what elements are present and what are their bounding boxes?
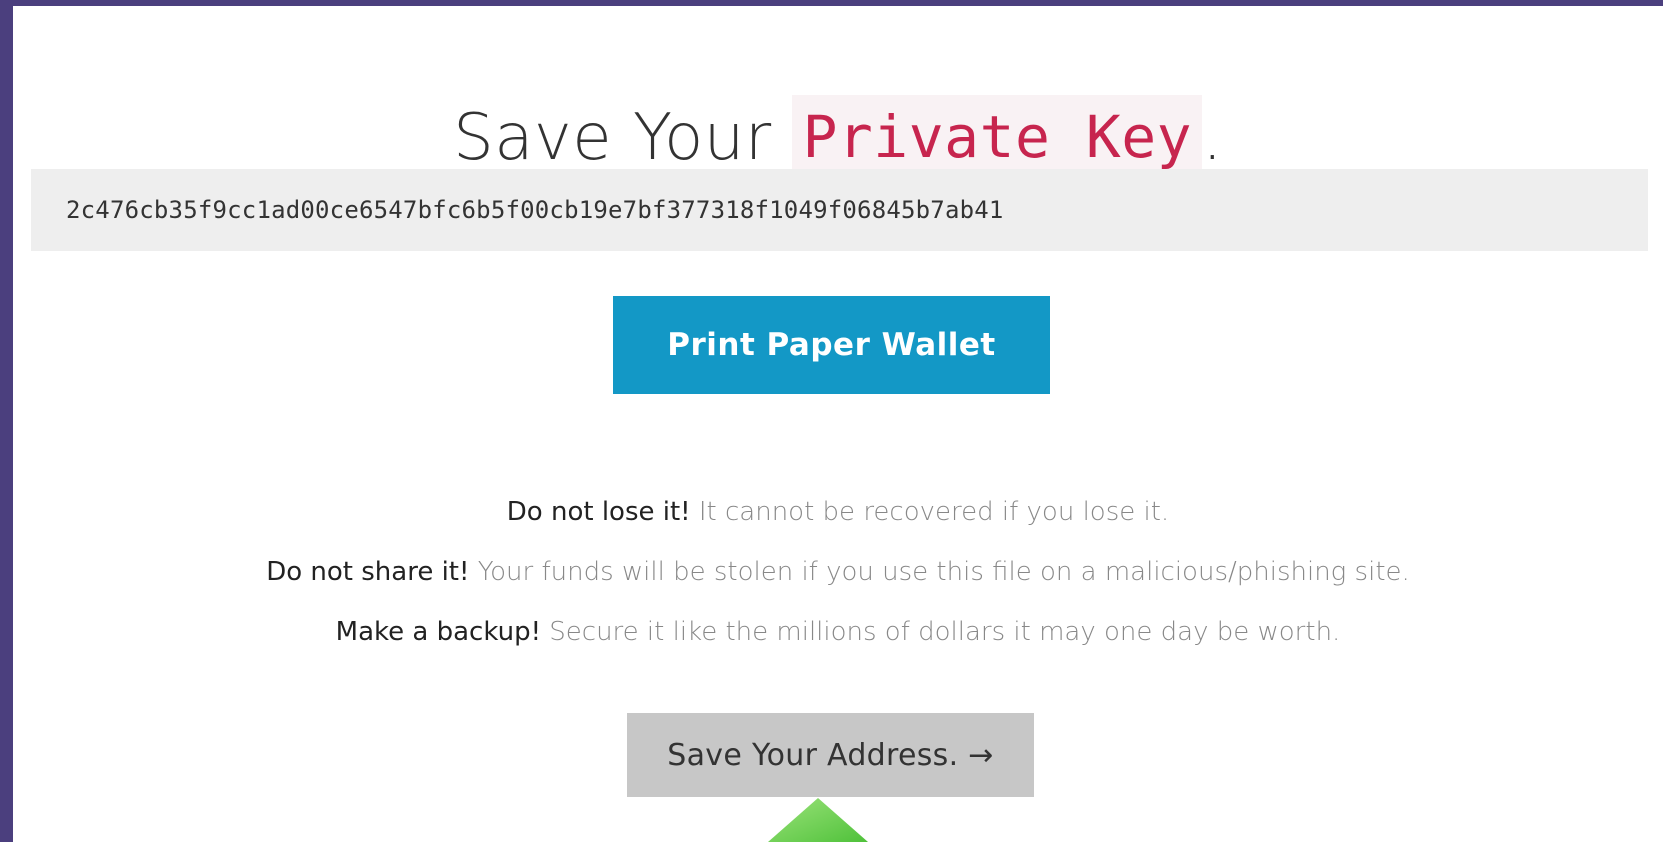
- warning-item: Do not lose it! It cannot be recovered i…: [13, 492, 1663, 552]
- warning-item: Do not share it! Your funds will be stol…: [13, 552, 1663, 612]
- warning-text: Your funds will be stolen if you use thi…: [477, 557, 1410, 587]
- main-panel: Save Your Private Key. 2c476cb35f9cc1ad0…: [13, 6, 1663, 842]
- up-arrow-icon: [768, 798, 868, 842]
- warning-text: It cannot be recovered if you lose it.: [698, 497, 1170, 527]
- private-key-box[interactable]: 2c476cb35f9cc1ad00ce6547bfc6b5f00cb19e7b…: [31, 169, 1648, 251]
- private-key-text[interactable]: 2c476cb35f9cc1ad00ce6547bfc6b5f00cb19e7b…: [66, 196, 1004, 224]
- warning-strong: Make a backup!: [335, 617, 542, 647]
- print-paper-wallet-button[interactable]: Print Paper Wallet: [613, 296, 1050, 394]
- warning-strong: Do not lose it!: [506, 497, 691, 527]
- title-prefix: Save Your: [453, 100, 793, 175]
- warning-text: Secure it like the millions of dollars i…: [549, 617, 1341, 647]
- warnings-list: Do not lose it! It cannot be recovered i…: [13, 492, 1663, 672]
- save-your-address-button[interactable]: Save Your Address. →: [627, 713, 1034, 797]
- title-suffix: .: [1202, 100, 1223, 175]
- warning-item: Make a backup! Secure it like the millio…: [13, 612, 1663, 672]
- title-code: Private Key: [792, 94, 1203, 179]
- warning-strong: Do not share it!: [266, 557, 470, 587]
